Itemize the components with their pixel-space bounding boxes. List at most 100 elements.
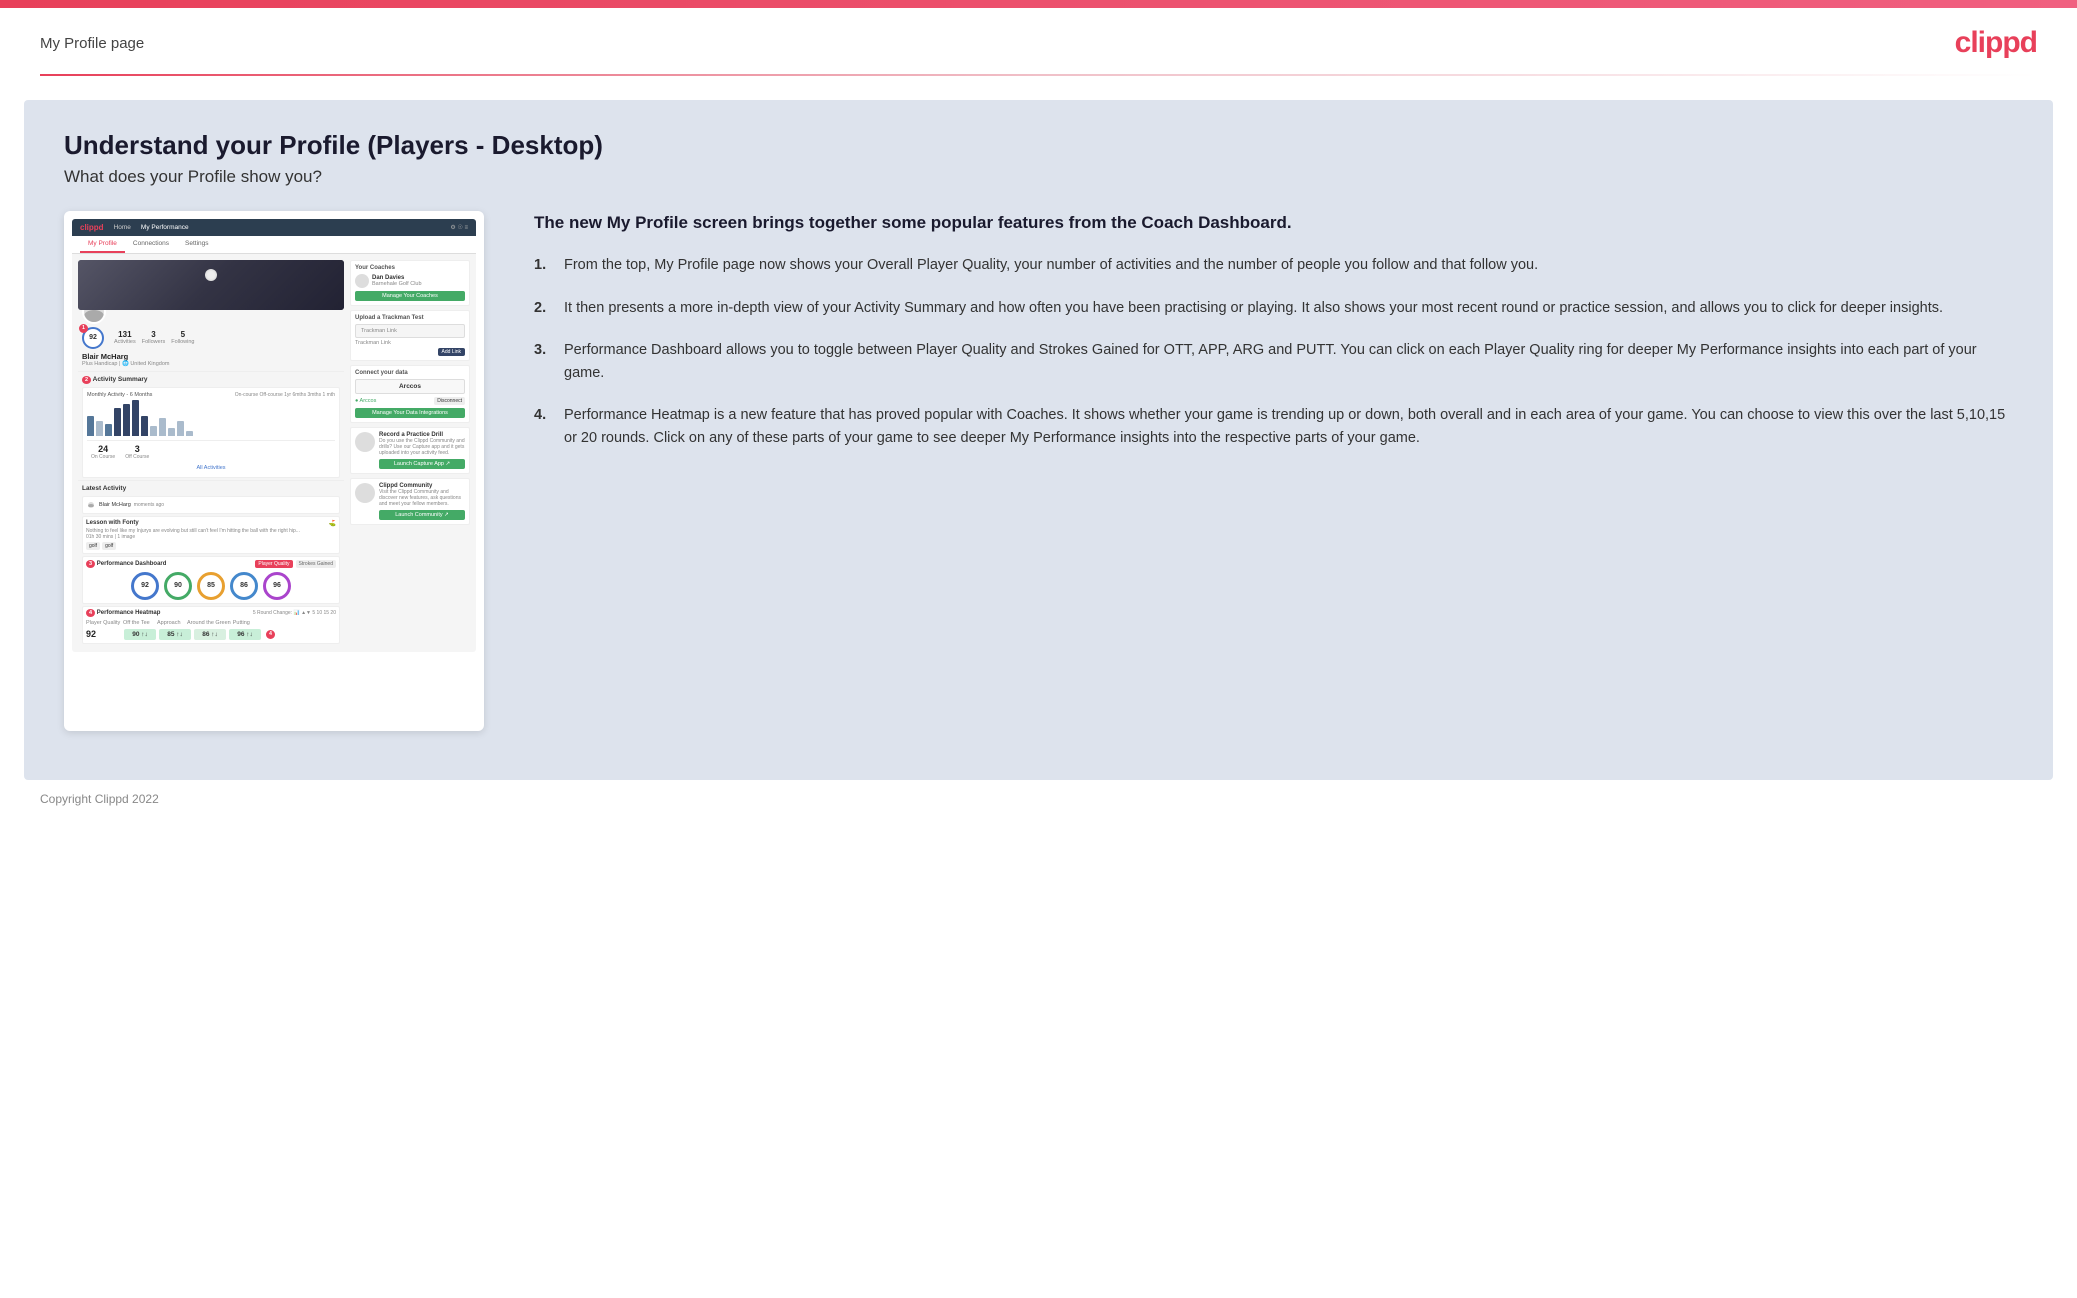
mock-bar-11 <box>177 421 184 436</box>
mock-followers-val: 3 <box>142 330 166 339</box>
mock-followers-label: Followers <box>142 339 166 345</box>
mock-perf-toggles: Player Quality Strokes Gained <box>255 560 336 568</box>
mock-right-column: Your Coaches Dan Davies Barnehale Golf C… <box>350 260 470 646</box>
mock-heatmap-rounds-label: 5 Round Change: 📊 ▲▼ 5 10 15 20 <box>253 610 336 616</box>
list-item-2: It then presents a more in-depth view of… <box>534 297 2013 319</box>
mock-heatmap-badge: 4 <box>86 609 95 617</box>
mock-perf-circle-arg: 86 <box>230 572 258 600</box>
mock-bar-2 <box>96 421 103 436</box>
mock-lesson-desc: Nothing to feel like my Injurys are evol… <box>86 528 325 534</box>
list-item-4-text: Performance Heatmap is a new feature tha… <box>564 404 2013 449</box>
info-intro: The new My Profile screen brings togethe… <box>534 211 2013 235</box>
mock-lesson-content: Lesson with Fonty Nothing to feel like m… <box>86 520 325 550</box>
mock-perf-circle-putt: 96 <box>263 572 291 600</box>
mock-perf-circle-app: 85 <box>197 572 225 600</box>
mock-community-desc: Visit the Clippd Community and discover … <box>379 489 465 507</box>
mock-community-content: Clippd Community Visit the Clippd Commun… <box>379 483 465 520</box>
mock-stat-followers: 3 Followers <box>142 330 166 345</box>
mock-latest-activity: Blair McHarg moments ago <box>82 496 340 514</box>
mock-perf-circle-overall: 92 <box>131 572 159 600</box>
mock-manage-coaches-btn[interactable]: Manage Your Coaches <box>355 291 465 301</box>
mock-following-label: Following <box>171 339 194 345</box>
mock-perf-dash-header: 3 Performance Dashboard Player Quality S… <box>86 560 336 568</box>
mock-heatmap: 4 Performance Heatmap 5 Round Change: 📊 … <box>82 606 340 644</box>
copyright-text: Copyright Clippd 2022 <box>40 792 159 806</box>
mock-bar-10 <box>168 428 175 436</box>
mock-bar-7 <box>141 416 148 436</box>
mock-perf-dash: 3 Performance Dashboard Player Quality S… <box>82 556 340 604</box>
mock-arccos-status-row: ● Arccos Disconnect <box>355 397 465 405</box>
mock-activities-label: Activities <box>114 339 136 345</box>
mock-manage-integrations-btn[interactable]: Manage Your Data Integrations <box>355 408 465 418</box>
mock-heatmap-val-arg: 86 ↑↓ <box>194 629 226 640</box>
mock-oncourse-num: 24 On Course <box>91 444 115 460</box>
mock-heatmap-label-putt: Putting <box>233 620 255 626</box>
mock-bar-3 <box>105 424 112 436</box>
mock-latest-row: Blair McHarg moments ago <box>86 500 336 510</box>
mock-connect-card: Connect your data Arccos ● Arccos Discon… <box>350 365 470 423</box>
mock-player-name: Blair McHarg <box>78 352 344 361</box>
mock-perf-dash-title: 3 Performance Dashboard <box>86 560 166 568</box>
info-list: From the top, My Profile page now shows … <box>534 254 2013 449</box>
mock-toggle-player-quality[interactable]: Player Quality <box>255 560 292 568</box>
mock-launch-community-btn[interactable]: Launch Community ↗ <box>379 510 465 520</box>
mock-launch-app-btn[interactable]: Launch Capture App ↗ <box>379 459 465 469</box>
mock-coach-avatar <box>355 274 369 288</box>
mock-app: clippd Home My Performance ⚙ ☉ ≡ My Prof… <box>72 219 476 652</box>
mock-disconnect-btn[interactable]: Disconnect <box>434 397 465 405</box>
mock-connect-title: Connect your data <box>355 370 465 376</box>
mock-drill-desc: Do you use the Clippd Community and dril… <box>379 438 465 456</box>
mock-bar-12 <box>186 431 193 436</box>
mock-badge-golf2: golf <box>102 542 116 550</box>
mock-left-column: 1 92 131 Activities 3 Followers <box>78 260 344 646</box>
mock-add-btn-row: Add Link <box>355 348 465 356</box>
mock-add-btn[interactable]: Add Link <box>438 348 465 356</box>
mock-lesson-card: Lesson with Fonty Nothing to feel like m… <box>82 516 340 554</box>
mock-perf-badge-wrap: 3 Performance Dashboard <box>86 560 166 567</box>
mock-chart-container: Monthly Activity - 6 Months On-course Of… <box>82 387 340 478</box>
mock-player-handicap: Plus Handicap | 🌐 United Kingdom <box>78 361 344 371</box>
mock-latest-name: Blair McHarg <box>99 502 131 508</box>
list-item-1-text: From the top, My Profile page now shows … <box>564 254 1538 276</box>
mock-chart-bars <box>87 401 335 441</box>
mock-toggle-strokes-gained[interactable]: Strokes Gained <box>296 560 336 568</box>
mock-following-val: 5 <box>171 330 194 339</box>
list-item-4: Performance Heatmap is a new feature tha… <box>534 404 2013 449</box>
mock-lesson-title: Lesson with Fonty <box>86 520 325 526</box>
mock-nav-myperformance: My Performance <box>141 224 189 231</box>
mock-hero-image <box>78 260 344 310</box>
mock-heatmap-val-putt: 96 ↑↓ <box>229 629 261 640</box>
mock-arccos-connected: ● Arccos <box>355 398 376 404</box>
mock-perf-circles: 92 90 85 86 96 <box>86 572 336 600</box>
mock-stat-following: 5 Following <box>171 330 194 345</box>
mock-perf-badge: 3 <box>86 560 95 568</box>
mock-tab-myprofile: My Profile <box>80 236 125 253</box>
mock-activities-val: 131 <box>114 330 136 339</box>
mock-community-avatar <box>355 483 375 503</box>
mock-bar-1 <box>87 416 94 436</box>
mock-activity-section-title: 2 Activity Summary <box>78 371 344 385</box>
list-item-3: Performance Dashboard allows you to togg… <box>534 339 2013 384</box>
mock-bar-4 <box>114 408 121 436</box>
screenshot-panel: clippd Home My Performance ⚙ ☉ ≡ My Prof… <box>64 211 484 731</box>
mock-chart-header: Monthly Activity - 6 Months On-course Of… <box>87 392 335 398</box>
mock-coaches-card: Your Coaches Dan Davies Barnehale Golf C… <box>350 260 470 306</box>
mock-heatmap-val-app: 85 ↑↓ <box>159 629 191 640</box>
mock-pq-circle: 1 92 <box>82 327 104 349</box>
mock-latest-section-title: Latest Activity <box>78 480 344 494</box>
mock-bar-5 <box>123 404 130 436</box>
mock-perf-circle-ott: 90 <box>164 572 192 600</box>
top-bar <box>0 0 2077 8</box>
mock-heatmap-label-arg: Around the Green <box>187 620 231 626</box>
mock-all-activities-link[interactable]: All Activities <box>87 463 335 473</box>
mock-nav-home: Home <box>114 224 131 231</box>
mock-stat-activities: 131 Activities <box>114 330 136 345</box>
mock-trackman-input[interactable]: Trackman Link <box>355 324 465 338</box>
mock-body: 1 92 131 Activities 3 Followers <box>72 254 476 652</box>
mock-hero-banner <box>78 260 344 310</box>
mock-heatmap-label-ott: Off the Tee <box>123 620 155 626</box>
page-breadcrumb: My Profile page <box>40 35 144 52</box>
mock-heatmap-label-app: Approach <box>157 620 185 626</box>
mock-coach-club: Barnehale Golf Club <box>372 281 422 287</box>
mock-pq-badge: 1 <box>79 324 88 333</box>
